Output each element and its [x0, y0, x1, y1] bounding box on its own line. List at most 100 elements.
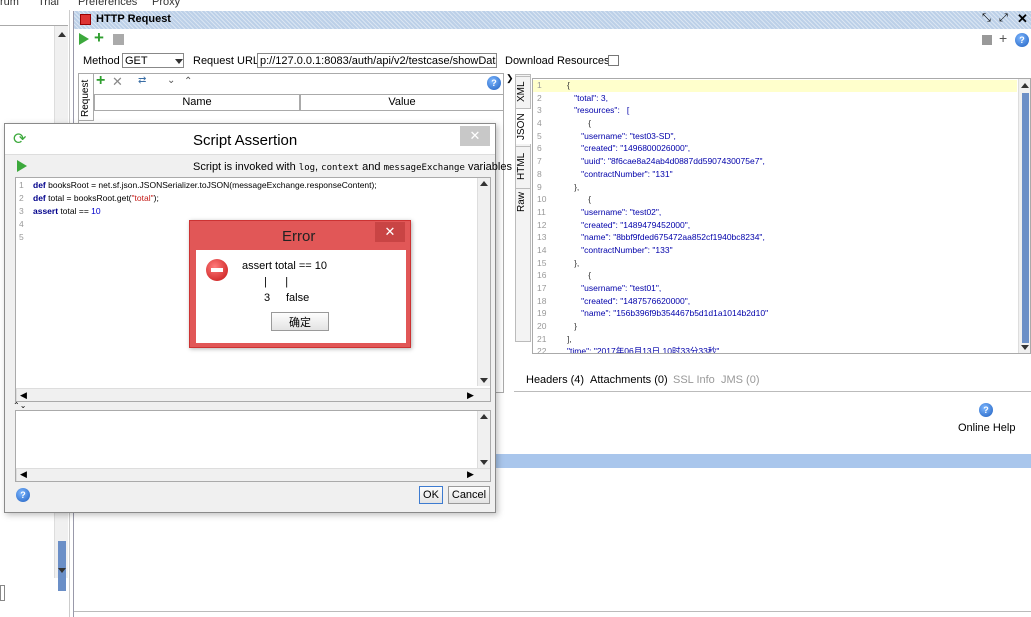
help-icon[interactable]: ?: [1015, 33, 1029, 47]
cancel-button[interactable]: Cancel: [448, 486, 490, 504]
json-line: 9 },: [537, 181, 1017, 194]
ok-button[interactable]: OK: [419, 486, 443, 504]
json-line: 19 "name": "156b396f9b354467b5d1d1a1014b…: [537, 307, 1017, 320]
detach-icon[interactable]: ⤡: [982, 12, 991, 25]
param-help-icon[interactable]: ?: [487, 76, 501, 90]
json-text: "total": 3,: [567, 92, 608, 103]
json-response-editor[interactable]: 1{2 "total": 3, 3 "resources": [4 {5 "use…: [532, 78, 1031, 354]
tab-json[interactable]: JSON: [516, 108, 531, 144]
error-line-2: | |: [264, 276, 289, 288]
tab-jms[interactable]: JMS (0): [721, 374, 760, 386]
url-input[interactable]: p://127.0.0.1:8083/auth/api/v2/testcase/…: [257, 53, 497, 68]
json-text: },: [567, 257, 580, 268]
scroll-up-icon[interactable]: [480, 414, 488, 419]
run-script-icon[interactable]: [17, 160, 27, 172]
scroll-thumb[interactable]: [1022, 93, 1029, 343]
log-panel-header: [494, 454, 1031, 468]
online-help-icon[interactable]: ?: [979, 403, 993, 417]
tab-html[interactable]: HTML: [516, 146, 531, 186]
json-text: "name": "8bbf9fded675472aa852cf1940bc823…: [567, 232, 765, 243]
json-text: }: [567, 321, 577, 332]
json-text: "created": "1489479452000",: [567, 219, 691, 230]
json-lines: 1{2 "total": 3, 3 "resources": [4 {5 "use…: [537, 79, 1017, 354]
scroll-up-icon[interactable]: [1021, 83, 1029, 88]
script-line: 2 def total = booksRoot.get("total");: [19, 192, 474, 205]
scroll-right-icon[interactable]: ▶: [467, 469, 474, 480]
menu-item[interactable]: Preferences: [78, 0, 137, 8]
json-scrollbar[interactable]: [1018, 79, 1030, 353]
json-line: 1{: [537, 79, 1017, 92]
line-number: 12: [537, 219, 547, 230]
add-icon[interactable]: +: [999, 30, 1007, 46]
add-param-icon[interactable]: +: [96, 72, 105, 90]
move-up-icon[interactable]: ⌃: [184, 76, 192, 87]
error-line-1: assert total == 10: [242, 260, 327, 272]
menu-item[interactable]: Proxy: [152, 0, 180, 8]
tab-headers[interactable]: Headers (4): [526, 374, 584, 386]
navigator-edge: [0, 585, 5, 601]
tab-ssl-info[interactable]: SSL Info: [673, 374, 715, 386]
json-line: 8 "contractNumber": "131": [537, 168, 1017, 181]
stop-request-icon[interactable]: [113, 34, 124, 45]
menu-item[interactable]: rum: [0, 0, 19, 8]
script-hscrollbar[interactable]: ◀ ▶: [16, 388, 490, 401]
code-string: "total": [131, 193, 154, 203]
error-close-button[interactable]: ✕: [375, 222, 405, 242]
toggle-icon[interactable]: [982, 35, 992, 45]
line-number: 22: [537, 346, 547, 354]
log-hscrollbar[interactable]: ◀ ▶: [16, 468, 490, 481]
log-vscrollbar[interactable]: [477, 411, 490, 468]
tab-raw[interactable]: Raw: [516, 188, 531, 214]
code-text: total = booksRoot.get(: [45, 193, 132, 203]
scroll-down-icon[interactable]: [58, 568, 66, 573]
method-select[interactable]: GET: [122, 53, 184, 68]
confirm-button[interactable]: 确定: [271, 312, 329, 331]
script-vscrollbar[interactable]: [477, 178, 490, 386]
close-icon[interactable]: ✕: [1017, 11, 1028, 27]
json-line: 10 {: [537, 193, 1017, 206]
value-column-header[interactable]: Value: [300, 94, 504, 111]
json-text: "created": "1487576620000",: [567, 295, 691, 306]
move-down-icon[interactable]: ⌄: [167, 75, 175, 86]
dialog-help-icon[interactable]: ?: [16, 488, 30, 502]
scroll-up-icon[interactable]: [480, 181, 488, 186]
menu-item[interactable]: Trial: [38, 0, 59, 8]
online-help-link[interactable]: Online Help: [958, 422, 1015, 434]
scroll-up-icon[interactable]: [58, 32, 66, 37]
close-button[interactable]: ✕: [460, 126, 490, 146]
splitter-right-icon[interactable]: ❯: [506, 73, 514, 84]
json-text: "resources": [: [567, 105, 630, 116]
line-number: 17: [537, 283, 547, 293]
delete-param-icon[interactable]: ✕: [112, 74, 123, 90]
splitter-icon[interactable]: ⌃⌄: [13, 401, 26, 410]
line-number: 9: [537, 181, 542, 192]
scroll-right-icon[interactable]: ▶: [467, 389, 474, 402]
maximize-icon[interactable]: ⤢: [999, 12, 1008, 25]
scroll-down-icon[interactable]: [480, 460, 488, 465]
json-line: 11 "username": "test02",: [537, 206, 1017, 219]
submit-request-icon[interactable]: [79, 33, 89, 45]
line-number: 4: [537, 118, 542, 129]
json-line: 4 {: [537, 117, 1017, 130]
script-log-area[interactable]: ◀ ▶: [15, 410, 491, 482]
line-number: 5: [537, 130, 542, 141]
scroll-down-icon[interactable]: [1021, 345, 1029, 350]
download-resources-checkbox[interactable]: [608, 55, 619, 66]
tab-attachments[interactable]: Attachments (0): [590, 374, 668, 386]
tab-xml[interactable]: XML: [516, 76, 531, 106]
line-number: 19: [537, 308, 547, 319]
response-divider: [514, 391, 1031, 392]
name-column-header[interactable]: Name: [94, 94, 300, 111]
line-number: 3: [537, 105, 542, 116]
clear-params-icon[interactable]: ⇄: [138, 75, 146, 86]
tab-request[interactable]: Request: [78, 73, 94, 121]
soapui-logo-icon: ⟳: [13, 131, 27, 148]
add-request-icon[interactable]: +: [94, 28, 104, 48]
error-icon-bar: [211, 268, 223, 272]
scroll-thumb[interactable]: [58, 541, 66, 591]
scroll-left-icon[interactable]: ◀: [20, 469, 27, 480]
line-number: 6: [537, 143, 542, 154]
scroll-down-icon[interactable]: [480, 378, 488, 383]
response-view-tabs: XML JSON HTML Raw: [515, 74, 531, 342]
json-text: {: [567, 194, 592, 205]
